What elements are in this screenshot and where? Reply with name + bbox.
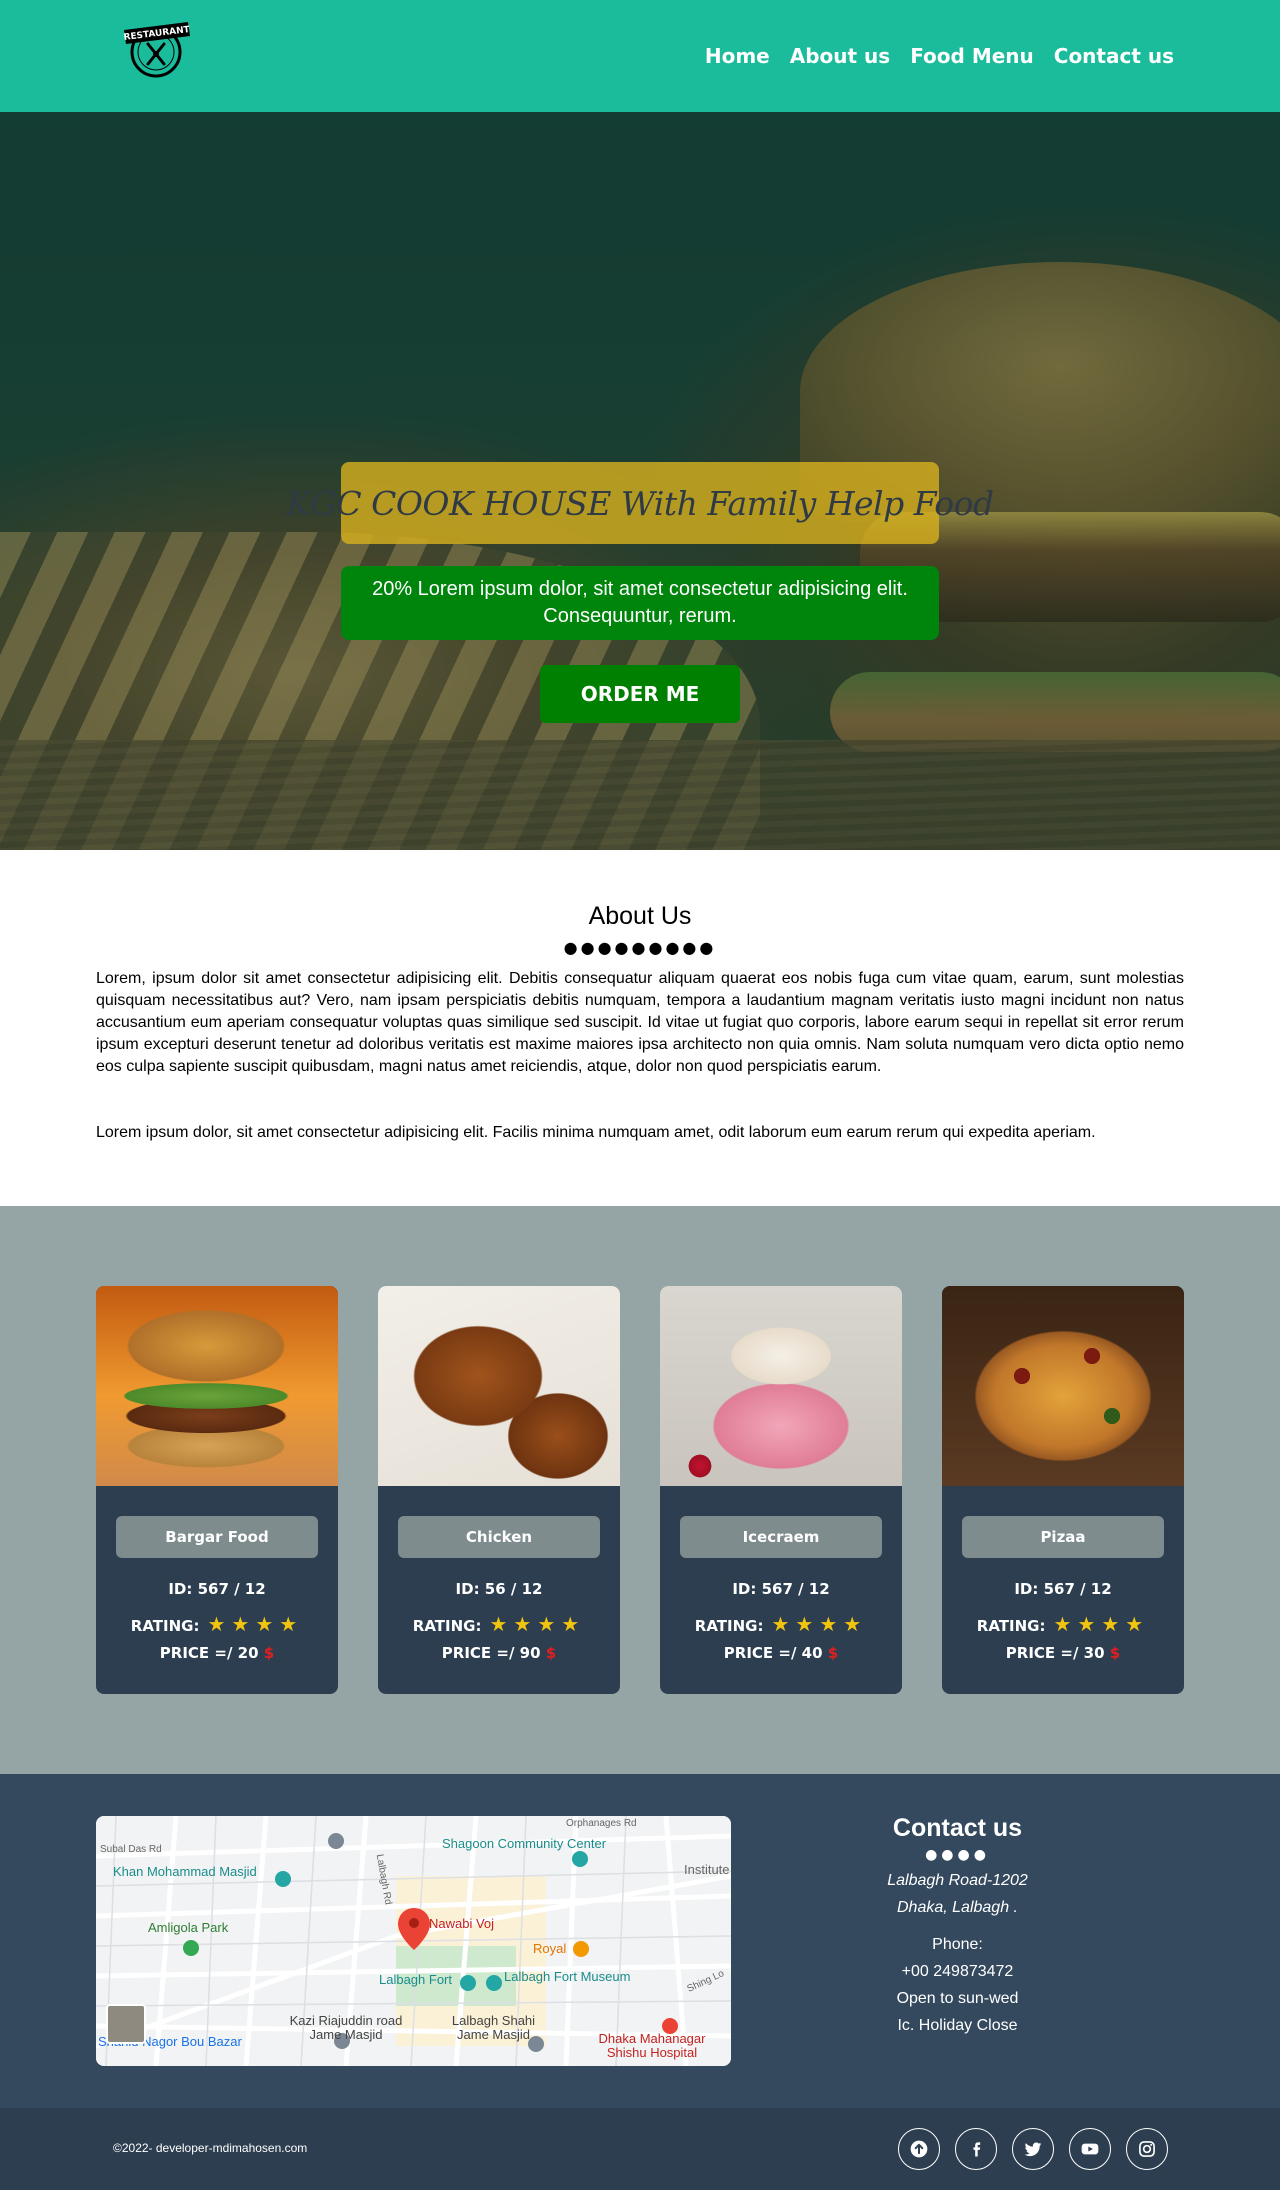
pizza-image [942, 1286, 1184, 1486]
nav-home[interactable]: Home [705, 44, 770, 68]
nav-food-menu[interactable]: Food Menu [910, 44, 1034, 68]
dollar-icon: $ [1109, 1644, 1121, 1662]
burger-image [96, 1286, 338, 1486]
rating-label: RATING: [976, 1617, 1046, 1635]
about-paragraph-2: Lorem ipsum dolor, sit amet consectetur … [96, 1124, 1096, 1141]
food-card-chicken: Chicken ID: 56 / 12 RATING: ★★★★ PRICE =/… [378, 1286, 620, 1694]
about-divider-dots: ●●●●●●●●● [563, 938, 717, 957]
main-nav: Home About us Food Menu Contact us [705, 44, 1174, 68]
food-card-icecream: Icecraem ID: 567 / 12 RATING: ★★★★ PRICE … [660, 1286, 902, 1694]
site-footer: ©2022- developer-mdimahosen.com [0, 2108, 1280, 2190]
map-label: Amligola Park [148, 1920, 229, 1935]
food-id: ID: 56 / 12 [455, 1580, 543, 1598]
holiday-info: Ic. Holiday Close [897, 2017, 1018, 2034]
map-label: Orphanages Rd [566, 1818, 637, 1829]
food-rating: RATING: ★★★★ [942, 1612, 1184, 1636]
food-name-button[interactable]: Pizaa [962, 1516, 1164, 1558]
phone-number: +00 249873472 [901, 1963, 1014, 1980]
arrow-up-icon[interactable] [898, 2128, 940, 2170]
hero-subtitle: 20% Lorem ipsum dolor, sit amet consecte… [341, 566, 939, 640]
food-rating: RATING: ★★★★ [96, 1612, 338, 1636]
food-menu-section: Bargar Food ID: 567 / 12 RATING: ★★★★ PRI… [0, 1206, 1280, 1774]
price-label: PRICE =/ 30 [1005, 1644, 1105, 1662]
map-label: Shagoon Community Center [442, 1836, 607, 1851]
star-icons: ★★★★ [207, 1612, 304, 1636]
dollar-icon: $ [545, 1644, 557, 1662]
contact-section: Shagoon Community Center Khan Mohammad M… [0, 1774, 1280, 2108]
contact-divider-dots: ●●●● [925, 1847, 990, 1863]
contact-title: Contact us [892, 1814, 1023, 1842]
dollar-icon: $ [263, 1644, 275, 1662]
food-card-pizza: Pizaa ID: 567 / 12 RATING: ★★★★ PRICE =/ … [942, 1286, 1184, 1694]
facebook-icon[interactable] [955, 2128, 997, 2170]
map-label: Institute [684, 1862, 730, 1877]
address-line-1: Lalbagh Road-1202 [887, 1872, 1028, 1889]
restaurant-logo[interactable]: RESTAURANT [110, 12, 202, 84]
rating-label: RATING: [130, 1617, 200, 1635]
price-label: PRICE =/ 40 [723, 1644, 823, 1662]
map-label: Khan Mohammad Masjid [113, 1864, 257, 1879]
food-price: PRICE =/ 20 $ [96, 1644, 338, 1662]
phone-label: Phone: [932, 1936, 983, 1953]
star-icons: ★★★★ [489, 1612, 586, 1636]
food-id: ID: 567 / 12 [1014, 1580, 1112, 1598]
rating-label: RATING: [412, 1617, 482, 1635]
opening-hours: Open to sun-wed [896, 1990, 1019, 2007]
food-rating: RATING: ★★★★ [660, 1612, 902, 1636]
twitter-icon[interactable] [1012, 2128, 1054, 2170]
food-rating: RATING: ★★★★ [378, 1612, 620, 1636]
hero-title: KGC COOK HOUSE With Family Help Food [286, 483, 994, 523]
youtube-icon[interactable] [1069, 2128, 1111, 2170]
contact-info: Contact us ●●●● Lalbagh Road-1202 Dhaka,… [820, 1814, 1095, 2039]
copyright-text: ©2022- developer-mdimahosen.com [113, 2141, 308, 2155]
map-label: Lalbagh Shahi Jame Masjid [451, 2013, 536, 2042]
star-icons: ★★★★ [771, 1612, 868, 1636]
map-label: Lalbagh Fort Museum [504, 1969, 631, 1984]
location-map[interactable]: Shagoon Community Center Khan Mohammad M… [96, 1816, 731, 2066]
about-section: About Us ●●●●●●●●● Lorem, ipsum dolor si… [0, 850, 1280, 1206]
price-label: PRICE =/ 20 [159, 1644, 259, 1662]
map-label: Subal Das Rd [100, 1844, 162, 1855]
about-paragraph-1: Lorem, ipsum dolor sit amet consectetur … [96, 970, 1184, 1075]
food-name-button[interactable]: Bargar Food [116, 1516, 318, 1558]
site-header: RESTAURANT Home About us Food Menu Conta… [0, 0, 1280, 112]
hero-title-box: KGC COOK HOUSE With Family Help Food [286, 462, 994, 544]
about-title: About Us [588, 902, 692, 930]
dollar-icon: $ [827, 1644, 839, 1662]
map-roads [96, 1816, 731, 2066]
order-me-button[interactable]: ORDER ME [540, 665, 740, 723]
price-label: PRICE =/ 90 [441, 1644, 541, 1662]
food-price: PRICE =/ 40 $ [660, 1644, 902, 1662]
food-id: ID: 567 / 12 [168, 1580, 266, 1598]
star-icons: ★★★★ [1053, 1612, 1150, 1636]
map-label: Lalbagh Fort [379, 1972, 452, 1987]
chicken-image [378, 1286, 620, 1486]
map-label: Nawabi Voj [429, 1916, 495, 1931]
food-price: PRICE =/ 90 $ [378, 1644, 620, 1662]
food-price: PRICE =/ 30 $ [942, 1644, 1184, 1662]
icecream-image [660, 1286, 902, 1486]
nav-contact-us[interactable]: Contact us [1054, 44, 1174, 68]
food-id: ID: 567 / 12 [732, 1580, 830, 1598]
food-name-button[interactable]: Chicken [398, 1516, 600, 1558]
food-name-button[interactable]: Icecraem [680, 1516, 882, 1558]
address-line-2: Dhaka, Lalbagh . [897, 1899, 1018, 1916]
food-card-burger: Bargar Food ID: 567 / 12 RATING: ★★★★ PRI… [96, 1286, 338, 1694]
social-links [898, 2128, 1168, 2170]
rating-label: RATING: [694, 1617, 764, 1635]
map-label: Kazi Riajuddin road Jame Masjid [289, 2013, 403, 2042]
map-satellite-toggle[interactable] [106, 2004, 146, 2044]
hero-banner: KGC COOK HOUSE With Family Help Food 20%… [0, 112, 1280, 850]
map-label: Dhaka Mahanagar Shishu Hospital [598, 2031, 706, 2060]
map-label: Royal [533, 1941, 567, 1956]
nav-about-us[interactable]: About us [790, 44, 890, 68]
instagram-icon[interactable] [1126, 2128, 1168, 2170]
